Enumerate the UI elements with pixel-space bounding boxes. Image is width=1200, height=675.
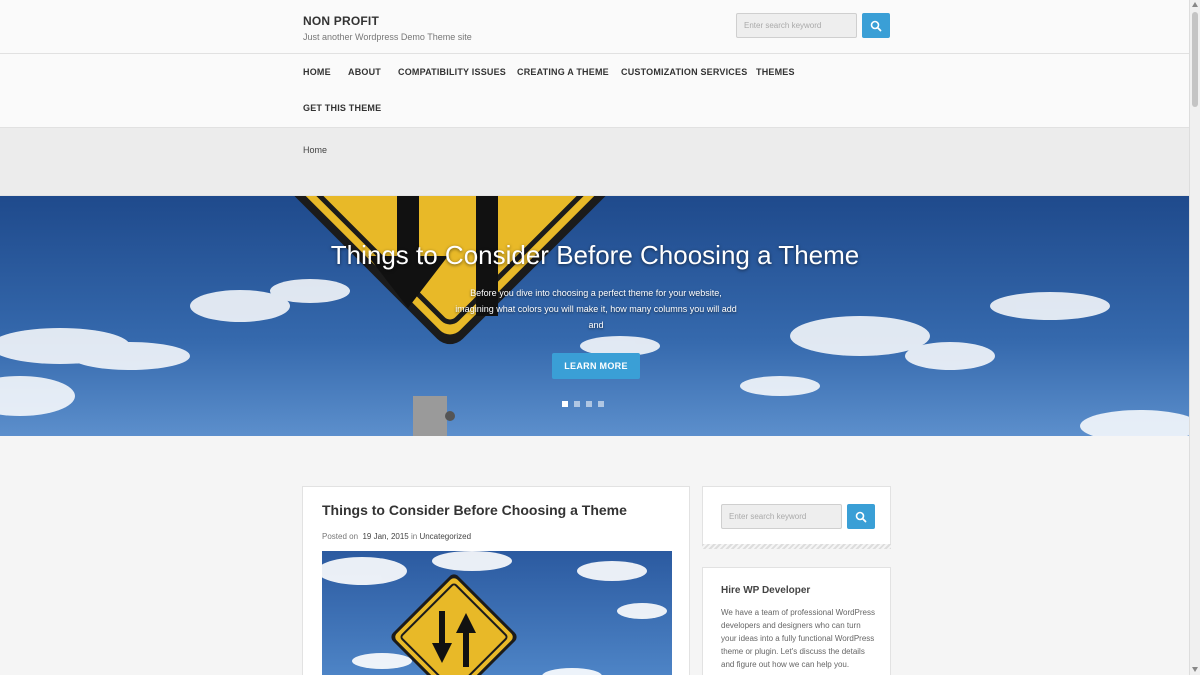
post-card: Things to Consider Before Choosing a The… (302, 486, 690, 675)
hero-excerpt: Before you dive into choosing a perfect … (455, 288, 737, 330)
nav-item-about[interactable]: ABOUT (348, 67, 381, 77)
hero-slider: Things to Consider Before Choosing a The… (0, 196, 1190, 436)
breadcrumb[interactable]: Home (303, 145, 327, 155)
widget-title: Hire WP Developer (721, 585, 811, 596)
post-title[interactable]: Things to Consider Before Choosing a The… (322, 502, 627, 518)
search-icon (855, 511, 867, 522)
nav-item-get-this-theme[interactable]: GET THIS THEME (303, 103, 381, 113)
header-search-input[interactable] (736, 13, 857, 38)
scroll-up-arrow-icon[interactable] (1192, 2, 1198, 7)
hire-developer-widget: Hire WP Developer We have a team of prof… (702, 567, 891, 675)
nav-item-creating-a-theme[interactable]: CREATING A THEME (517, 67, 609, 77)
site-header: NON PROFIT Just another Wordpress Demo T… (0, 0, 1190, 54)
site-title[interactable]: NON PROFIT (303, 14, 379, 28)
site-description: Just another Wordpress Demo Theme site (303, 32, 472, 42)
nav-item-compatibility-issues[interactable]: COMPATIBILITY ISSUES (398, 67, 506, 77)
scroll-down-arrow-icon[interactable] (1192, 667, 1198, 672)
nav-item-customization-services[interactable]: CUSTOMIZATION SERVICES (621, 67, 747, 77)
widget-divider (702, 544, 891, 549)
sidebar-search-widget (702, 486, 891, 546)
slider-pagination (562, 401, 604, 407)
hero-title[interactable]: Things to Consider Before Choosing a The… (0, 240, 1190, 271)
post-meta-in: in (410, 532, 418, 541)
slider-dot-2[interactable] (574, 401, 580, 407)
header-search-button[interactable] (862, 13, 890, 38)
scroll-thumb[interactable] (1192, 12, 1198, 107)
header-search (736, 13, 890, 38)
post-category[interactable]: Uncategorized (419, 532, 471, 541)
post-featured-image[interactable] (322, 551, 672, 675)
slider-dot-3[interactable] (586, 401, 592, 407)
post-meta-prefix: Posted on (322, 532, 359, 541)
learn-more-button[interactable]: LEARN MORE (552, 353, 640, 379)
page: NON PROFIT Just another Wordpress Demo T… (0, 0, 1190, 675)
post-meta: Posted on 19 Jan, 2015 in Uncategorized (322, 532, 471, 541)
post-image-graphic (322, 551, 672, 675)
sidebar-search-button[interactable] (847, 504, 875, 529)
breadcrumb-band: Home (0, 128, 1190, 196)
slider-dot-1[interactable] (562, 401, 568, 407)
widget-text: We have a team of professional WordPress… (721, 608, 875, 669)
content-area: Things to Consider Before Choosing a The… (0, 436, 1190, 675)
post-date[interactable]: 19 Jan, 2015 (362, 532, 408, 541)
sidebar-search-input[interactable] (721, 504, 842, 529)
nav-item-home[interactable]: HOME (303, 67, 331, 77)
main-navigation: HOME ABOUT COMPATIBILITY ISSUES CREATING… (0, 54, 1190, 128)
slider-dot-4[interactable] (598, 401, 604, 407)
vertical-scrollbar[interactable] (1189, 0, 1200, 675)
search-icon (870, 20, 882, 31)
nav-item-themes[interactable]: THEMES (756, 67, 795, 77)
